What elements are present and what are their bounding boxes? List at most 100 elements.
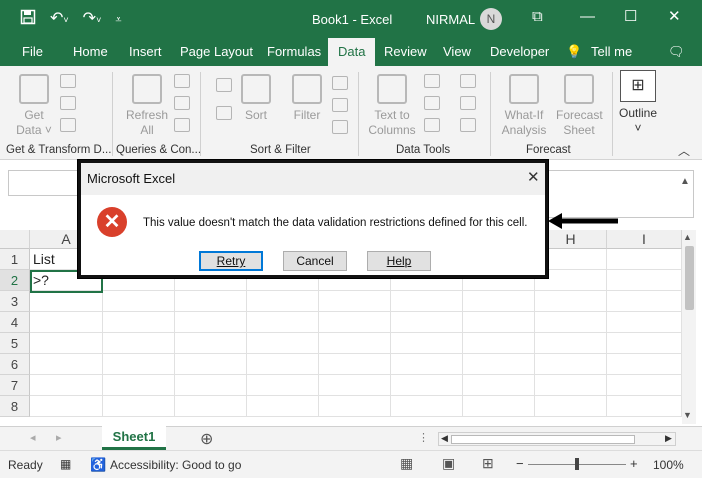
grid-cell[interactable]	[175, 291, 247, 312]
grid-cell[interactable]	[175, 375, 247, 396]
page-layout-view-icon[interactable]: ▣	[442, 455, 455, 472]
grid-cell[interactable]	[607, 375, 682, 396]
filter-button[interactable]: Filter	[288, 74, 326, 123]
prev-sheet-icon[interactable]: ◂	[30, 431, 36, 444]
macro-record-icon[interactable]: ▦	[60, 457, 71, 471]
name-box[interactable]	[8, 170, 78, 196]
grid-cell[interactable]	[30, 312, 103, 333]
retry-button[interactable]: Retry	[199, 251, 263, 271]
consolidate-icon[interactable]	[460, 74, 476, 88]
grid-cell[interactable]	[30, 291, 103, 312]
grid-cell[interactable]	[30, 396, 103, 417]
clear-filter-icon[interactable]	[332, 76, 348, 90]
normal-view-icon[interactable]: ▦	[400, 455, 413, 472]
sort-button[interactable]: Sort	[238, 74, 274, 123]
grid-cell[interactable]	[319, 291, 391, 312]
grid-cell[interactable]	[103, 312, 175, 333]
save-icon[interactable]	[20, 9, 36, 30]
grid-cell[interactable]	[607, 312, 682, 333]
row-header-7[interactable]: 7	[0, 375, 30, 396]
grid-cell[interactable]	[391, 375, 463, 396]
tab-split-icon[interactable]: ⋮	[418, 431, 429, 444]
grid-cell[interactable]	[103, 396, 175, 417]
reapply-icon[interactable]	[332, 98, 348, 112]
row-header-6[interactable]: 6	[0, 354, 30, 375]
maximize-icon[interactable]: ☐	[624, 8, 637, 26]
page-break-view-icon[interactable]: ⊞	[482, 455, 494, 472]
manage-data-model-icon[interactable]	[460, 118, 476, 132]
tab-formulas[interactable]: Formulas	[267, 44, 321, 59]
row-header-3[interactable]: 3	[0, 291, 30, 312]
grid-cell[interactable]	[607, 249, 682, 270]
grid-cell[interactable]	[30, 354, 103, 375]
row-header-1[interactable]: 1	[0, 249, 30, 270]
add-sheet-icon[interactable]: ⊕	[200, 429, 213, 449]
grid-cell[interactable]	[463, 333, 535, 354]
relationships-icon[interactable]	[460, 96, 476, 110]
grid-cell[interactable]	[247, 333, 319, 354]
zoom-slider-thumb[interactable]	[575, 458, 579, 470]
grid-cell[interactable]	[535, 354, 607, 375]
expand-formula-bar-icon[interactable]: ▲	[680, 176, 690, 187]
properties-icon[interactable]	[174, 96, 190, 110]
close-icon[interactable]: ✕	[527, 168, 540, 186]
text-to-columns-button[interactable]: Text to Columns	[366, 74, 418, 138]
sheet-tab[interactable]: Sheet1	[102, 426, 166, 450]
grid-cell[interactable]	[247, 312, 319, 333]
grid-cell[interactable]	[607, 270, 682, 291]
grid-cell[interactable]	[175, 396, 247, 417]
column-header-i[interactable]: I	[607, 230, 682, 249]
grid-cell[interactable]	[103, 333, 175, 354]
sort-za-icon[interactable]	[216, 106, 232, 120]
grid-cell[interactable]	[607, 291, 682, 312]
get-data-button[interactable]: Get Data ˅	[12, 74, 56, 138]
row-header-4[interactable]: 4	[0, 312, 30, 333]
next-sheet-icon[interactable]: ▸	[56, 431, 62, 444]
share-icon[interactable]: 🗨	[668, 44, 685, 60]
cancel-button[interactable]: Cancel	[283, 251, 347, 271]
grid-cell[interactable]	[607, 333, 682, 354]
grid-cell[interactable]	[30, 333, 103, 354]
refresh-all-button[interactable]: Refresh All	[124, 74, 170, 138]
from-text-icon[interactable]	[60, 74, 76, 88]
grid-cell[interactable]	[247, 354, 319, 375]
horizontal-scroll-thumb[interactable]	[451, 435, 635, 444]
scroll-left-icon[interactable]: ◀	[441, 433, 448, 444]
tab-insert[interactable]: Insert	[129, 44, 162, 59]
zoom-level[interactable]: 100%	[653, 458, 684, 472]
grid-cell[interactable]	[319, 312, 391, 333]
tab-home[interactable]: Home	[73, 44, 108, 59]
grid-cell[interactable]	[463, 375, 535, 396]
grid-cell[interactable]	[391, 312, 463, 333]
grid-cell[interactable]	[391, 291, 463, 312]
tab-data[interactable]: Data	[328, 38, 376, 66]
formula-input[interactable]	[548, 170, 694, 218]
grid-cell[interactable]	[175, 333, 247, 354]
grid-cell[interactable]	[247, 396, 319, 417]
accessibility-status[interactable]: Accessibility: Good to go	[110, 458, 241, 472]
tab-view[interactable]: View	[443, 44, 471, 59]
edit-links-icon[interactable]	[174, 118, 190, 132]
advanced-filter-icon[interactable]	[332, 120, 348, 134]
sort-az-icon[interactable]	[216, 78, 232, 92]
collapse-ribbon-icon[interactable]: ︿	[678, 142, 690, 159]
grid-cell[interactable]	[103, 354, 175, 375]
grid-cell[interactable]	[319, 396, 391, 417]
grid-cell[interactable]	[247, 375, 319, 396]
what-if-analysis-button[interactable]: What-If Analysis	[496, 74, 552, 138]
grid-cell[interactable]	[535, 291, 607, 312]
ribbon-display-icon[interactable]: ⧉	[532, 8, 543, 26]
close-window-icon[interactable]: ✕	[668, 8, 681, 26]
grid-cell[interactable]	[319, 375, 391, 396]
grid-cell[interactable]	[463, 354, 535, 375]
grid-cell[interactable]	[247, 291, 319, 312]
flash-fill-icon[interactable]	[424, 74, 440, 88]
grid-cell[interactable]	[535, 333, 607, 354]
row-header-2[interactable]: 2	[0, 270, 30, 291]
forecast-sheet-button[interactable]: Forecast Sheet	[556, 74, 603, 138]
user-name[interactable]: NIRMAL	[426, 12, 475, 27]
zoom-out-icon[interactable]: −	[516, 456, 524, 471]
grid-cell[interactable]	[535, 375, 607, 396]
grid-cell[interactable]	[607, 396, 682, 417]
grid-cell[interactable]	[607, 354, 682, 375]
